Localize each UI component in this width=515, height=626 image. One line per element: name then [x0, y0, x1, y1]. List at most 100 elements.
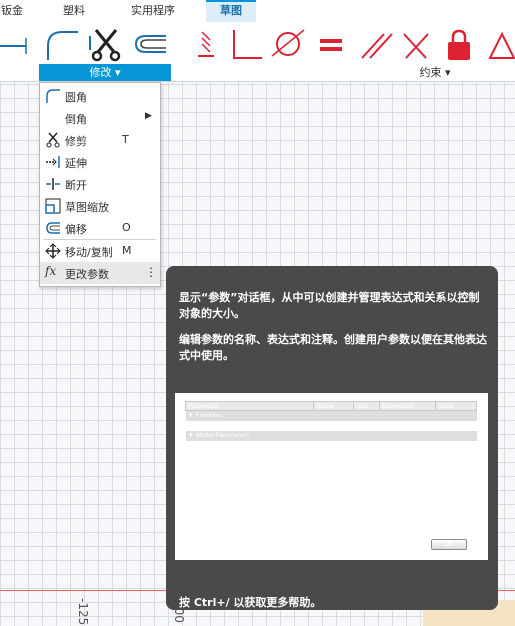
collinear-tool[interactable] [400, 28, 436, 62]
offset-icon [46, 222, 60, 234]
more-options-icon[interactable]: ⋮ [145, 265, 157, 279]
tab-sheet-metal[interactable]: 钣金 [0, 0, 24, 22]
trim-scissors-icon [46, 132, 60, 148]
table-cell [354, 441, 380, 451]
table-cell [380, 451, 436, 461]
table-cell [353, 410, 380, 421]
move-copy-icon [45, 243, 61, 259]
menu-item-break[interactable]: 断开 [40, 173, 160, 195]
parallel-icon [361, 33, 393, 59]
line-partial-icon [0, 38, 27, 54]
parameter-cell: ▼ Utility Knife v1 [197, 442, 247, 449]
trim-tool[interactable] [88, 28, 124, 62]
parameter-cell: Linear Dimension-2 [217, 482, 274, 489]
tooltip-help-hint: 按 Ctrl+/ 以获取更多帮助。 [179, 596, 322, 609]
table-row: Linear Dimension-2 d5 mm 17 mm 17.00 [186, 481, 477, 491]
table-cell: 20 mm [381, 502, 402, 509]
table-row: ▼ Plane1 [186, 511, 477, 521]
table-cell: d5 [315, 482, 323, 489]
table-cell: 17 mm [381, 482, 402, 489]
fillet-icon [47, 31, 78, 60]
collinear-icon [403, 33, 429, 59]
table-cell [435, 430, 477, 441]
table-row: Diameter Dimension-2 d6 mm 5 mm 5.00 [186, 491, 477, 501]
tab-sketch[interactable]: 草图 [206, 0, 256, 22]
offset-tool[interactable] [132, 28, 168, 62]
table-cell: 5.00 [437, 492, 451, 499]
equal-icon [320, 39, 342, 51]
menu-item-move-copy[interactable]: 移动/复制 M [40, 240, 160, 262]
menu-item-fillet[interactable]: 圆角 [40, 85, 160, 107]
table-cell: Thickness [315, 422, 345, 429]
parallel-tool[interactable] [358, 28, 394, 62]
trim-scissors-icon [89, 29, 121, 62]
table-cell: 54.0 [437, 472, 451, 479]
table-cell: 1.5 mm [381, 422, 404, 429]
table-row: ▼ Utility Knife v1 [186, 441, 477, 451]
table-cell [436, 451, 477, 461]
menu-item-change-parameters[interactable]: fx 更改参数 ⋮ [40, 262, 160, 284]
ruler-label: -125 [76, 598, 90, 626]
parameter-cell: Angular Dimension-3 [217, 472, 279, 479]
fillet-tool[interactable] [44, 28, 80, 62]
modify-menu: 圆角 倒角 ▶ 修剪 T 延伸 断开 草图缩放 偏移 O 移动/复制 M fx … [39, 82, 161, 287]
table-row: User Parameter Thickness mm 1.5 mm 1.50 [186, 421, 477, 431]
table-cell [436, 441, 477, 451]
table-cell: mm [355, 492, 367, 499]
ok-button: OK [431, 539, 467, 550]
table-cell: 54 deg [381, 472, 402, 479]
table-cell [380, 511, 436, 521]
menu-item-chamfer[interactable]: 倒角 ▶ [40, 107, 160, 129]
fix-constraint-tool[interactable] [190, 28, 226, 62]
column-header: Value [435, 401, 477, 411]
perpendicular-tool[interactable] [228, 28, 264, 62]
tab-plastic[interactable]: 塑料 [50, 0, 98, 22]
menu-item-sketch-scale[interactable]: 草图缩放 [40, 195, 160, 217]
change-parameters-fx-icon: fx [45, 264, 57, 278]
table-cell [436, 511, 477, 521]
tangent-tool[interactable] [270, 28, 306, 62]
menu-item-label: 断开 [65, 179, 87, 192]
table-cell [314, 451, 354, 461]
table-cell: deg [355, 462, 367, 469]
table-cell: mm [355, 502, 367, 509]
menu-item-extend[interactable]: 延伸 [40, 151, 160, 173]
table-cell: d3 [315, 472, 323, 479]
parameter-cell: ▼ Plane1 [207, 512, 236, 519]
table-row: Angular Dimension-2 d1 deg 63 deg 63.0 [186, 461, 477, 471]
parameter-cell: ▼ Layout Sketch [207, 452, 257, 459]
tangent-icon [271, 29, 305, 57]
menu-item-trim[interactable]: 修剪 T [40, 129, 160, 151]
fix-lock-tool[interactable] [444, 28, 480, 62]
table-cell: d8 [315, 502, 323, 509]
menu-item-shortcut: T [122, 133, 129, 146]
menu-item-shortcut: O [122, 221, 131, 234]
parameter-cell: ▼ Favorites [185, 410, 314, 421]
menu-item-label: 移动/复制 [65, 246, 113, 259]
menu-item-label: 修剪 [65, 135, 87, 148]
fix-unfix-icon [198, 31, 214, 57]
equal-tool[interactable] [316, 28, 352, 62]
tab-utilities[interactable]: 实用程序 [122, 0, 184, 22]
table-cell [435, 410, 477, 421]
table-cell [354, 451, 380, 461]
submenu-arrow-icon: ▶ [145, 111, 152, 121]
column-header: Parameter [185, 401, 314, 411]
table-cell: mm [355, 422, 367, 429]
table-cell: mm [355, 482, 367, 489]
line-tool[interactable] [0, 28, 36, 62]
constraints-dropdown-button[interactable]: 约束 ▾ [400, 64, 470, 81]
sketch-toolbar: 修改 ▾ 约束 ▾ [0, 22, 515, 82]
menu-item-shortcut: M [122, 244, 132, 257]
symmetry-tool[interactable] [486, 28, 515, 62]
menu-item-offset[interactable]: 偏移 O [40, 217, 160, 239]
modify-dropdown-button[interactable]: 修改 ▾ [39, 64, 171, 81]
table-cell: 5 mm [381, 492, 398, 499]
parameter-cell: Angular Dimension-2 [217, 462, 279, 469]
offset-icon [134, 35, 166, 53]
menu-item-label: 倒角 [65, 113, 87, 126]
table-cell: d6 [315, 492, 323, 499]
triangle-icon [488, 31, 515, 59]
table-cell: 20.00 [437, 502, 454, 509]
menu-item-label: 草图缩放 [65, 201, 109, 214]
